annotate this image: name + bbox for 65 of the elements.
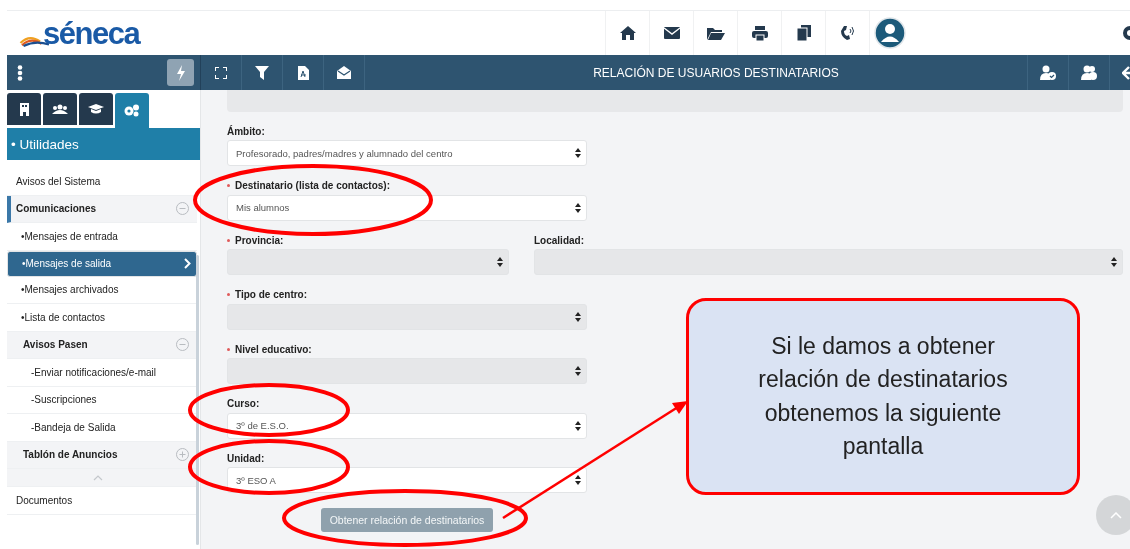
logo: séneca: [43, 17, 140, 49]
folder-icon[interactable]: [706, 26, 725, 40]
sort-arrows-icon: [575, 420, 581, 431]
user-avatar-icon[interactable]: [874, 17, 907, 49]
back-arrow-icon[interactable]: [1122, 65, 1130, 80]
sort-arrows-icon: [497, 257, 503, 267]
users-icon[interactable]: [1081, 65, 1097, 80]
building-icon: [19, 102, 29, 116]
menu-item[interactable]: Avisos del Sistema: [7, 168, 197, 196]
field-label: Localidad:: [534, 234, 584, 246]
menu-dots-icon[interactable]: [17, 64, 23, 81]
field-label: Unidad:: [227, 452, 265, 464]
fullscreen-icon[interactable]: [215, 66, 227, 79]
required-dot: [227, 293, 230, 296]
callout-text: Si le damos a obtener relación de destinatarios obtenemos la siguiente pantalla: [757, 331, 1009, 461]
copy-icon[interactable]: [796, 25, 811, 41]
menu-item[interactable]: •Mensajes de salida: [7, 250, 197, 277]
graduation-cap-icon: [88, 104, 104, 114]
users-icon: [52, 104, 68, 114]
select-field[interactable]: Mis alumnos: [227, 194, 587, 221]
panel-title: RELACIÓN DE USUARIOS DESTINATARIOS: [592, 65, 840, 80]
menu-item[interactable]: Avisos Pasen: [7, 331, 197, 359]
sort-arrows-icon: [1111, 257, 1117, 267]
section-title: • Utilidades: [11, 136, 79, 152]
collapse-icon: [176, 202, 189, 216]
chevron-right-icon: [184, 258, 191, 269]
sidebar-tab[interactable]: [79, 93, 113, 125]
caret-up-icon: [93, 474, 103, 481]
field-label: Destinatario (lista de contactos):: [235, 180, 391, 191]
filter-icon[interactable]: [255, 65, 269, 80]
mail-icon[interactable]: [663, 27, 680, 39]
sort-arrows-icon: [575, 148, 581, 158]
menu-item[interactable]: •Mensajes de entrada: [7, 223, 197, 251]
field-label: Nivel educativo:: [235, 343, 312, 355]
required-dot: [227, 347, 230, 351]
home-icon[interactable]: [619, 26, 636, 40]
pdf-file-icon[interactable]: [297, 65, 309, 80]
sort-arrows-icon: [575, 202, 581, 213]
open-envelope-icon[interactable]: [337, 66, 351, 79]
sort-arrows-icon: [575, 475, 581, 485]
settings-icon[interactable]: [1122, 25, 1130, 41]
sort-arrows-icon: [575, 366, 581, 376]
sidebar-tab[interactable]: [7, 93, 41, 125]
sort-arrows-icon: [575, 311, 581, 322]
select-field[interactable]: 3º de E.S.O.: [227, 412, 587, 439]
menu-item[interactable]: Tablón de Anuncios: [7, 441, 197, 469]
lightning-icon: [175, 64, 186, 81]
field-label: Provincia:: [235, 234, 284, 246]
select-field[interactable]: 3º ESO A: [227, 467, 587, 493]
field-label: Ámbito:: [227, 125, 265, 137]
phone-icon[interactable]: [840, 25, 855, 41]
collapse-icon: [176, 338, 189, 352]
select-field[interactable]: Profesorado, padres/madres y alumnado del centro: [227, 140, 587, 166]
quick-access-button[interactable]: [167, 59, 194, 86]
field-label: Curso:: [227, 398, 260, 409]
sidebar-tab[interactable]: [43, 93, 77, 125]
menu-item[interactable]: Comunicaciones: [7, 195, 197, 223]
field-label: Tipo de centro:: [235, 289, 308, 300]
gears-icon: [124, 104, 140, 117]
required-dot: [227, 184, 230, 187]
user-check-icon[interactable]: [1040, 65, 1056, 80]
expand-icon: [176, 448, 189, 462]
required-dot: [227, 238, 230, 242]
print-icon[interactable]: [751, 25, 768, 41]
caret-up-icon: [1110, 511, 1122, 519]
